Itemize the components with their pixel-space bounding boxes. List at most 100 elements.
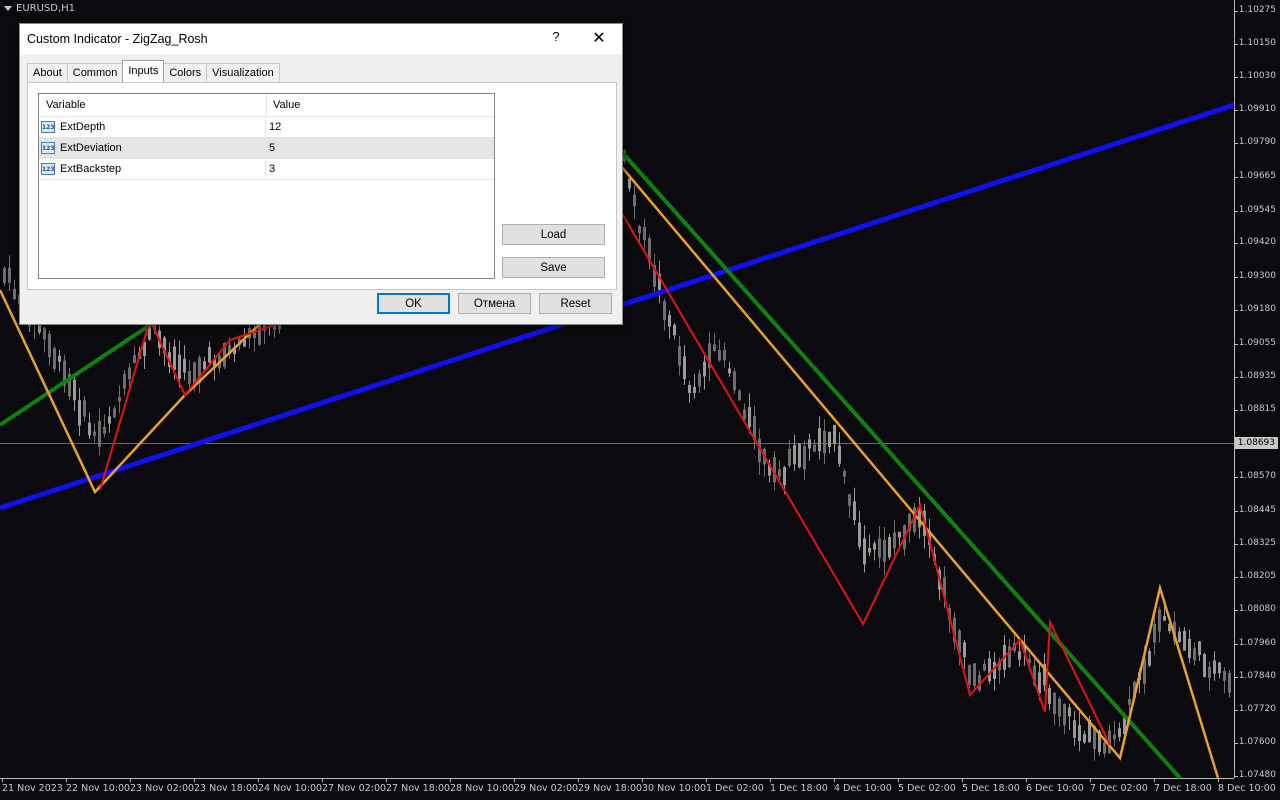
time-tick-label: 5 Dec 02:00	[898, 783, 956, 794]
candle-body	[683, 356, 686, 380]
candle-body	[1163, 616, 1166, 621]
time-tick-label: 7 Dec 18:00	[1154, 783, 1212, 794]
candle-body	[118, 396, 121, 402]
candle-body	[733, 371, 736, 391]
price-tick-label: 1.09180	[1238, 304, 1276, 314]
candle-body	[828, 431, 831, 448]
price-tick-label: 1.10275	[1238, 5, 1276, 15]
reset-button[interactable]: Reset	[539, 293, 612, 314]
ok-button[interactable]: OK	[377, 293, 450, 314]
price-tick-label: 1.08080	[1238, 604, 1276, 614]
table-row[interactable]: 123 ExtBackstep 3	[39, 159, 494, 180]
candle-body	[1183, 630, 1186, 651]
candle-body	[1103, 742, 1106, 754]
cancel-button[interactable]: Отмена	[458, 293, 531, 314]
input-value[interactable]: 12	[266, 117, 281, 137]
value-column-header[interactable]: Value	[267, 94, 300, 116]
tab-common[interactable]: Common	[66, 63, 124, 82]
input-value[interactable]: 3	[266, 159, 275, 179]
tab-inputs[interactable]: Inputs	[122, 60, 165, 82]
time-tick-label: 27 Nov 02:00	[322, 783, 387, 794]
candle-body	[973, 663, 976, 686]
price-tick-label: 1.10030	[1238, 71, 1276, 81]
candle-body	[1188, 638, 1191, 659]
candle-body	[1053, 692, 1056, 715]
candle-body	[783, 467, 786, 486]
candle-body	[8, 267, 11, 283]
price-tick-label: 1.09420	[1238, 237, 1276, 247]
candle-body	[1148, 651, 1151, 666]
help-icon[interactable]: ?	[548, 29, 564, 47]
time-tick-label: 6 Dec 10:00	[1026, 783, 1084, 794]
input-name: ExtDepth	[60, 121, 106, 133]
candle-body	[853, 501, 856, 521]
candle-body	[13, 288, 16, 300]
candle-body	[1228, 672, 1231, 693]
symbol-label[interactable]: EURUSD,H1	[4, 3, 75, 14]
tab-colors[interactable]: Colors	[163, 63, 208, 82]
candle-body	[818, 428, 821, 452]
candle-body	[73, 379, 76, 401]
close-icon[interactable]: ✕	[590, 28, 608, 48]
candle-body	[778, 469, 781, 477]
candle-body	[808, 439, 811, 449]
candle-body	[663, 301, 666, 320]
candle-body	[58, 355, 61, 362]
candle-body	[1218, 662, 1221, 674]
candle-body	[1153, 623, 1156, 643]
candle-body	[898, 531, 901, 538]
current-price-label: 1.08693	[1234, 437, 1278, 449]
candle-body	[633, 194, 636, 207]
candle-body	[133, 355, 136, 363]
tab-bar: About Common Inputs Colors Visualization	[27, 60, 280, 83]
candle-body	[668, 315, 671, 327]
candle-body	[858, 522, 861, 547]
table-row[interactable]: 123 ExtDepth 12	[39, 117, 494, 138]
candle-body	[873, 543, 876, 550]
candle-body	[88, 422, 91, 436]
price-tick-label: 1.07600	[1238, 737, 1276, 747]
candle-body	[688, 385, 691, 394]
tab-about[interactable]: About	[27, 63, 68, 82]
price-tick-label: 1.08935	[1238, 371, 1276, 381]
load-button[interactable]: Load	[502, 224, 605, 245]
candle-body	[643, 226, 646, 241]
candle-body	[893, 532, 896, 549]
candle-body	[48, 333, 51, 358]
candle-body	[108, 416, 111, 424]
time-tick-label: 22 Nov 10:00	[66, 783, 131, 794]
candle-body	[713, 344, 716, 352]
price-tick-label: 1.08815	[1238, 404, 1276, 414]
time-tick-label: 1 Dec 02:00	[706, 783, 764, 794]
candle-body	[1128, 698, 1131, 705]
price-axis[interactable]: 1.10275 1.10150 1.10030 1.09910 1.09790 1.096…	[1234, 0, 1280, 780]
price-tick-label: 1.10150	[1238, 38, 1276, 48]
candle-body	[833, 425, 836, 444]
time-axis[interactable]: 21 Nov 2023 22 Nov 10:00 23 Nov 02:00 23 No…	[0, 778, 1276, 800]
candle-body	[793, 445, 796, 465]
candle-body	[718, 349, 721, 361]
candle-body	[1193, 648, 1196, 661]
candle-body	[1018, 651, 1021, 660]
candle-body	[128, 367, 131, 380]
price-tick-label: 1.07840	[1238, 671, 1276, 681]
candle-body	[878, 538, 881, 558]
candle-body	[693, 386, 696, 394]
candle-body	[788, 448, 791, 467]
input-value[interactable]: 5	[266, 138, 275, 158]
variable-column-header[interactable]: Variable	[39, 94, 267, 116]
candle-body	[813, 444, 816, 452]
candle-body	[83, 400, 86, 417]
candle-body	[1048, 687, 1051, 704]
price-tick-label: 1.09665	[1238, 171, 1276, 181]
table-row[interactable]: 123 ExtDeviation 5	[39, 138, 494, 159]
price-tick-label: 1.08445	[1238, 505, 1276, 515]
time-tick-label: 1 Dec 18:00	[770, 783, 828, 794]
tab-visualization[interactable]: Visualization	[206, 63, 280, 82]
time-tick-label: 4 Dec 10:00	[834, 783, 892, 794]
candle-body	[1223, 671, 1226, 681]
candle-body	[888, 536, 891, 558]
save-button[interactable]: Save	[502, 257, 605, 278]
candle-body	[208, 347, 211, 363]
inputs-table: Variable Value 123 ExtDepth 12 123 ExtDevi…	[38, 93, 495, 279]
